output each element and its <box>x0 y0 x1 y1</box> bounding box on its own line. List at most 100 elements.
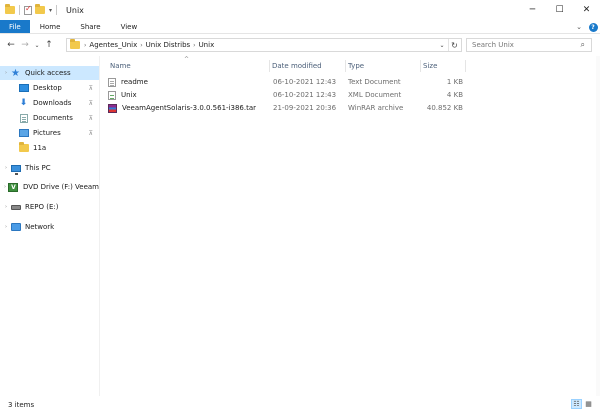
view-switcher: ☷ ▦ <box>571 399 594 409</box>
customize-arrow-icon[interactable]: ▾ <box>49 7 52 14</box>
sidebar-item-downloads[interactable]: ⬇ Downloads ⊼ <box>0 96 99 110</box>
window-title: Unix <box>66 5 84 15</box>
expand-arrow-icon[interactable]: › <box>2 70 10 76</box>
up-button[interactable]: ↑ <box>42 38 56 52</box>
sidebar-item-dvd-drive[interactable]: › V DVD Drive (F:) Veeam <box>0 180 99 194</box>
sidebar-item-label: Quick access <box>25 69 71 77</box>
ribbon-tabs: File Home Share View ⌄ ? <box>0 20 600 34</box>
minimize-button[interactable]: ─ <box>519 0 546 20</box>
network-icon <box>10 223 21 231</box>
address-row: ← → ⌄ ↑ › Agentes_Unix › Unix Distribs ›… <box>0 34 600 56</box>
file-type: Text Document <box>348 78 401 86</box>
tab-home[interactable]: Home <box>30 20 71 33</box>
expand-arrow-icon[interactable]: › <box>2 165 10 171</box>
column-headers: Name Date modified Type Size <box>100 60 600 72</box>
file-list: ^ Name Date modified Type Size readme 06… <box>100 56 600 396</box>
sidebar-item-network[interactable]: › Network <box>0 220 99 234</box>
item-count: 3 items <box>8 400 35 409</box>
pin-icon: ⊼ <box>88 129 93 137</box>
sidebar-item-label: 11a <box>33 144 47 152</box>
toolbar-divider <box>19 5 20 15</box>
address-dropdown-icon[interactable]: ⌄ <box>437 39 447 51</box>
file-date: 21-09-2021 20:36 <box>273 104 337 112</box>
sidebar-item-label: Downloads <box>33 99 72 107</box>
sidebar-item-desktop[interactable]: Desktop ⊼ <box>0 81 99 95</box>
sidebar-item-documents[interactable]: Documents ⊼ <box>0 111 99 125</box>
forward-button[interactable]: → <box>18 38 32 52</box>
sidebar-item-pictures[interactable]: Pictures ⊼ <box>0 126 99 140</box>
maximize-button[interactable]: ☐ <box>546 0 573 20</box>
breadcrumb-agentes-unix[interactable]: Agentes_Unix <box>87 41 139 49</box>
details-view-button[interactable]: ☷ <box>571 399 582 409</box>
address-bar[interactable]: › Agentes_Unix › Unix Distribs › Unix ⌄ … <box>66 38 462 52</box>
new-folder-icon[interactable] <box>35 4 45 14</box>
sidebar-item-quick-access[interactable]: › ★ Quick access <box>0 66 99 80</box>
folder-icon <box>5 4 15 14</box>
text-file-icon <box>108 77 116 87</box>
vertical-scrollbar[interactable] <box>596 56 600 396</box>
sidebar-item-this-pc[interactable]: › This PC <box>0 161 99 175</box>
sidebar-item-label: Documents <box>33 114 73 122</box>
refresh-icon[interactable]: ↻ <box>448 39 460 51</box>
column-header-date-modified[interactable]: Date modified <box>270 60 346 72</box>
dvd-drive-icon: V <box>8 182 19 192</box>
column-header-name[interactable]: Name <box>108 60 270 72</box>
toolbar-divider <box>56 5 58 15</box>
expand-ribbon-icon[interactable]: ⌄ <box>572 20 586 34</box>
sidebar-item-label: Desktop <box>33 84 62 92</box>
file-type: XML Document <box>348 91 402 99</box>
breadcrumb-unix-distribs[interactable]: Unix Distribs <box>144 41 193 49</box>
winrar-archive-icon <box>108 103 117 113</box>
properties-icon[interactable] <box>24 4 32 15</box>
search-box[interactable]: ⌕ <box>466 38 592 52</box>
back-button[interactable]: ← <box>4 38 18 52</box>
xml-file-icon <box>108 90 116 100</box>
file-name: VeeamAgentSolaris-3.0.0.561-i386.tar <box>122 104 257 112</box>
file-row-unix[interactable]: Unix 06-10-2021 12:43 XML Document 4 KB <box>108 89 468 101</box>
column-header-type[interactable]: Type <box>346 60 421 72</box>
expand-arrow-icon[interactable]: › <box>2 204 10 210</box>
file-name: readme <box>121 78 148 86</box>
computer-icon <box>10 164 21 175</box>
downloads-icon: ⬇ <box>19 98 28 108</box>
recent-locations-button[interactable]: ⌄ <box>32 38 42 52</box>
search-icon[interactable]: ⌕ <box>581 40 585 50</box>
tab-file[interactable]: File <box>0 20 30 33</box>
file-row-veeam-archive[interactable]: VeeamAgentSolaris-3.0.0.561-i386.tar 21-… <box>108 102 468 114</box>
navigation-pane: › ★ Quick access Desktop ⊼ ⬇ Downloads ⊼… <box>0 56 100 396</box>
sidebar-item-11a[interactable]: 11a <box>0 141 99 155</box>
title-bar: ▾ Unix ─ ☐ ✕ <box>0 0 600 20</box>
search-input[interactable] <box>472 41 572 49</box>
desktop-icon <box>18 84 29 92</box>
file-date: 06-10-2021 12:43 <box>273 91 337 99</box>
sidebar-item-label: Pictures <box>33 129 61 137</box>
folder-icon <box>70 39 80 49</box>
tab-view[interactable]: View <box>111 20 148 33</box>
file-row-readme[interactable]: readme 06-10-2021 12:43 Text Document 1 … <box>108 76 468 88</box>
pin-icon: ⊼ <box>88 114 93 122</box>
expand-arrow-icon[interactable]: › <box>2 224 10 230</box>
pin-icon: ⊼ <box>88 99 93 107</box>
pin-icon: ⊼ <box>88 84 93 92</box>
quick-access-toolbar: ▾ <box>0 4 58 15</box>
breadcrumb-unix[interactable]: Unix <box>197 41 217 49</box>
file-type: WinRAR archive <box>348 104 404 112</box>
sidebar-item-label: REPO (E:) <box>25 203 59 211</box>
folder-icon <box>18 142 29 152</box>
documents-icon <box>19 113 28 123</box>
window-controls: ─ ☐ ✕ <box>519 0 600 20</box>
file-name: Unix <box>121 91 137 99</box>
drive-icon <box>10 204 21 210</box>
star-icon: ★ <box>11 67 20 79</box>
sidebar-item-label: This PC <box>25 164 51 172</box>
tab-share[interactable]: Share <box>70 20 110 33</box>
file-size: 40.852 KB <box>426 104 463 112</box>
file-date: 06-10-2021 12:43 <box>273 78 337 86</box>
file-size: 1 KB <box>446 78 463 86</box>
sidebar-item-repo-drive[interactable]: › REPO (E:) <box>0 200 99 214</box>
pictures-icon <box>18 129 29 137</box>
large-icons-view-button[interactable]: ▦ <box>583 399 594 409</box>
help-button[interactable]: ? <box>586 20 600 34</box>
close-button[interactable]: ✕ <box>573 0 600 20</box>
column-header-size[interactable]: Size <box>421 60 466 72</box>
